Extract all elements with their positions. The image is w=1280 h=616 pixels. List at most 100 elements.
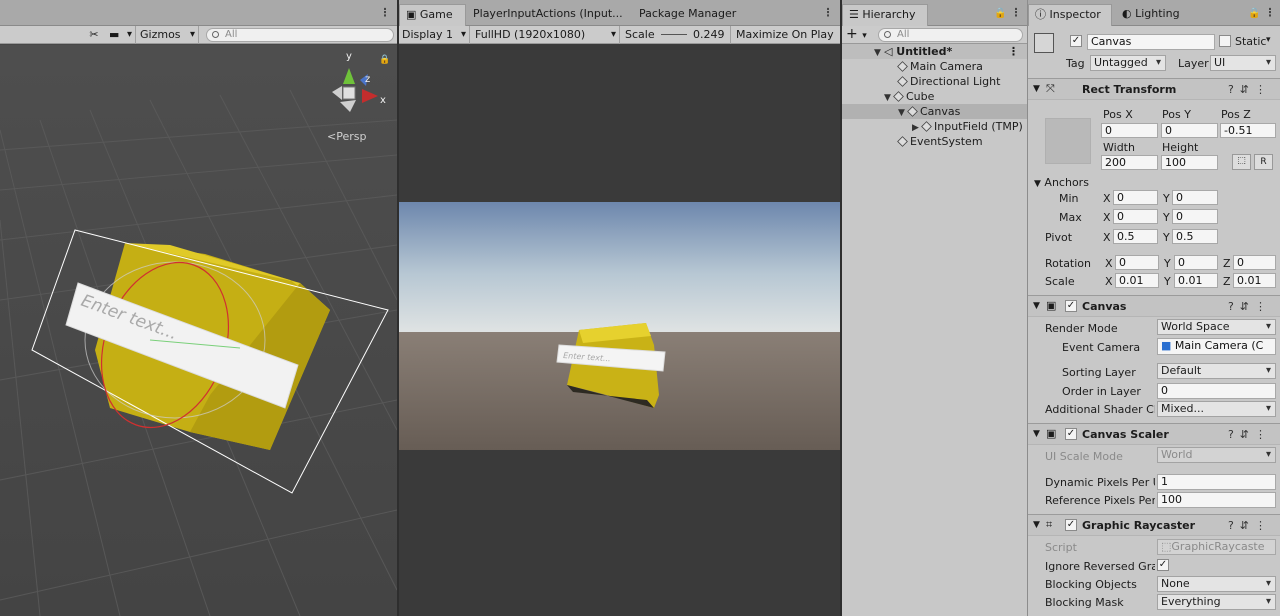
gameobject-icon bbox=[907, 106, 918, 117]
component-menu-icons[interactable]: ?⇵⋮ bbox=[1228, 300, 1272, 313]
fold-icon[interactable]: ▼ bbox=[1033, 301, 1040, 311]
scene-search-input[interactable]: All bbox=[206, 28, 394, 42]
rect-transform-header[interactable]: ▼ ⤧ Rect Transform ?⇵⋮ bbox=[1028, 78, 1280, 100]
hierarchy-item-inputfield[interactable]: ▶ InputField (TMP) bbox=[842, 119, 1027, 134]
anchor-min-x-input[interactable]: 0 bbox=[1113, 190, 1158, 205]
blocking-objects-dropdown[interactable]: None bbox=[1157, 576, 1276, 592]
fold-icon[interactable]: ▼ bbox=[1033, 84, 1040, 94]
hierarchy-item-directional-light[interactable]: Directional Light bbox=[842, 74, 1027, 89]
pivot-y-input[interactable]: 0.5 bbox=[1172, 229, 1218, 244]
z-label: Z bbox=[1223, 257, 1231, 270]
axis-x-label: x bbox=[380, 95, 386, 106]
blueprint-mode-button[interactable]: ⬚ bbox=[1232, 154, 1251, 170]
maximize-on-play-toggle[interactable]: Maximize On Play bbox=[734, 26, 839, 44]
rotation-z-value: 0 bbox=[1237, 256, 1244, 269]
dynamic-pixels-input[interactable]: 1 bbox=[1157, 474, 1276, 490]
tools-icon[interactable]: ✂ bbox=[84, 26, 104, 44]
pivot-x-input[interactable]: 0.5 bbox=[1113, 229, 1158, 244]
tab-player-input-actions[interactable]: PlayerInputActions (Input... bbox=[467, 4, 627, 26]
tab-hierarchy[interactable]: ☰ Hierarchy bbox=[842, 4, 928, 26]
scale-x-input[interactable]: 0.01 bbox=[1115, 273, 1159, 288]
scale-x-value: 0.01 bbox=[1119, 274, 1144, 287]
scene-panel-menu-icon[interactable]: ⋮ bbox=[379, 6, 391, 20]
event-camera-field[interactable]: ■ Main Camera (C bbox=[1157, 338, 1276, 355]
fold-icon[interactable]: ▼ bbox=[1033, 429, 1040, 439]
static-checkbox[interactable] bbox=[1219, 35, 1231, 47]
game-viewport[interactable]: Enter text... bbox=[399, 45, 840, 616]
anchor-max-x-input[interactable]: 0 bbox=[1113, 209, 1158, 224]
blocking-mask-label: Blocking Mask bbox=[1045, 596, 1124, 609]
scale-slider[interactable]: Scale 0.249 bbox=[625, 26, 731, 44]
hierarchy-item-eventsystem[interactable]: EventSystem bbox=[842, 134, 1027, 149]
pos-x-input[interactable]: 0 bbox=[1101, 123, 1158, 138]
width-header: Width bbox=[1103, 141, 1135, 154]
object-name-field[interactable]: Canvas bbox=[1087, 34, 1215, 50]
lock-icon[interactable]: 🔒 bbox=[1248, 8, 1260, 19]
anchor-preset-button[interactable] bbox=[1045, 118, 1091, 164]
tab-package-manager[interactable]: Package Manager bbox=[633, 4, 743, 26]
graphic-raycaster-header[interactable]: ▼ ⌗ ✓ Graphic Raycaster ?⇵⋮ bbox=[1028, 514, 1280, 536]
blocking-mask-dropdown[interactable]: Everything bbox=[1157, 594, 1276, 610]
canvas-component-header[interactable]: ▼ ▣ ✓ Canvas ?⇵⋮ bbox=[1028, 295, 1280, 317]
tab-lighting[interactable]: ◐ Lighting bbox=[1116, 4, 1194, 26]
y-label: Y bbox=[1163, 231, 1170, 244]
scene-menu-icon[interactable]: ⋮ bbox=[1008, 44, 1019, 59]
active-checkbox[interactable]: ✓ bbox=[1070, 35, 1082, 47]
scale-y-input[interactable]: 0.01 bbox=[1174, 273, 1218, 288]
width-input[interactable]: 200 bbox=[1101, 155, 1158, 170]
hierarchy-search-input[interactable]: All bbox=[878, 28, 1023, 42]
lock-icon[interactable]: 🔒 bbox=[994, 8, 1006, 19]
chevron-down-icon[interactable]: ▾ bbox=[1266, 35, 1271, 45]
pos-y-input[interactable]: 0 bbox=[1161, 123, 1218, 138]
sorting-layer-dropdown[interactable]: Default bbox=[1157, 363, 1276, 379]
component-menu-icons[interactable]: ?⇵⋮ bbox=[1228, 519, 1272, 532]
rotation-x-input[interactable]: 0 bbox=[1115, 255, 1159, 270]
display-dropdown[interactable]: Display 1 bbox=[399, 26, 470, 44]
additional-shader-dropdown[interactable]: Mixed... bbox=[1157, 401, 1276, 417]
hierarchy-item-canvas[interactable]: ▼ Canvas bbox=[842, 104, 1027, 119]
raw-edit-button[interactable]: R bbox=[1254, 154, 1273, 170]
persp-toggle[interactable]: <Persp bbox=[327, 130, 366, 143]
anchor-max-y-input[interactable]: 0 bbox=[1172, 209, 1218, 224]
game-panel-menu-icon[interactable]: ⋮ bbox=[822, 6, 834, 20]
resolution-dropdown[interactable]: FullHD (1920x1080) bbox=[472, 26, 620, 44]
reference-pixels-input[interactable]: 100 bbox=[1157, 492, 1276, 508]
anchor-min-y-input[interactable]: 0 bbox=[1172, 190, 1218, 205]
tab-game[interactable]: ▣ Game bbox=[399, 4, 466, 26]
component-menu-icons[interactable]: ?⇵⋮ bbox=[1228, 428, 1272, 441]
fold-icon[interactable]: ▼ bbox=[1033, 520, 1040, 530]
ignore-reversed-checkbox[interactable]: ✓ bbox=[1157, 559, 1169, 571]
anchors-foldout[interactable]: ▼ Anchors bbox=[1034, 176, 1089, 189]
pos-z-input[interactable]: -0.51 bbox=[1220, 123, 1276, 138]
tab-hierarchy-label: Hierarchy bbox=[862, 8, 916, 21]
height-input[interactable]: 100 bbox=[1161, 155, 1218, 170]
ignore-reversed-label: Ignore Reversed Grap bbox=[1045, 560, 1155, 573]
anchor-max-y-value: 0 bbox=[1176, 210, 1183, 223]
render-mode-value: World Space bbox=[1161, 320, 1230, 333]
hierarchy-menu-icon[interactable]: ⋮ bbox=[1010, 6, 1022, 20]
gameobject-icon bbox=[897, 61, 908, 72]
raycaster-enabled-checkbox[interactable]: ✓ bbox=[1065, 519, 1077, 531]
camera-dropdown-icon[interactable]: ▬ bbox=[106, 26, 136, 44]
hierarchy-item-main-camera[interactable]: Main Camera bbox=[842, 59, 1027, 74]
object-icon[interactable] bbox=[1034, 33, 1054, 53]
canvas-scaler-enabled-checkbox[interactable]: ✓ bbox=[1065, 428, 1077, 440]
rotation-z-input[interactable]: 0 bbox=[1233, 255, 1276, 270]
rotation-y-input[interactable]: 0 bbox=[1174, 255, 1218, 270]
canvas-scaler-header[interactable]: ▼ ▣ ✓ Canvas Scaler ?⇵⋮ bbox=[1028, 423, 1280, 445]
create-button[interactable]: + ▾ bbox=[846, 26, 870, 44]
render-mode-dropdown[interactable]: World Space bbox=[1157, 319, 1276, 335]
canvas-enabled-checkbox[interactable]: ✓ bbox=[1065, 300, 1077, 312]
inspector-menu-icon[interactable]: ⋮ bbox=[1264, 6, 1276, 20]
tab-inspector[interactable]: ⓘ Inspector bbox=[1028, 4, 1112, 26]
component-menu-icons[interactable]: ?⇵⋮ bbox=[1228, 83, 1272, 96]
scale-z-input[interactable]: 0.01 bbox=[1233, 273, 1276, 288]
lock-icon[interactable]: 🔒 bbox=[379, 54, 390, 65]
scene-root-row[interactable]: ▼ ◁ Untitled* ⋮ bbox=[842, 44, 1027, 59]
order-in-layer-input[interactable]: 0 bbox=[1157, 383, 1276, 399]
order-in-layer-label: Order in Layer bbox=[1062, 385, 1141, 398]
layer-dropdown[interactable]: UI bbox=[1210, 55, 1276, 71]
gizmos-dropdown[interactable]: Gizmos bbox=[137, 26, 199, 44]
hierarchy-item-cube[interactable]: ▼ Cube bbox=[842, 89, 1027, 104]
tag-dropdown[interactable]: Untagged bbox=[1090, 55, 1166, 71]
